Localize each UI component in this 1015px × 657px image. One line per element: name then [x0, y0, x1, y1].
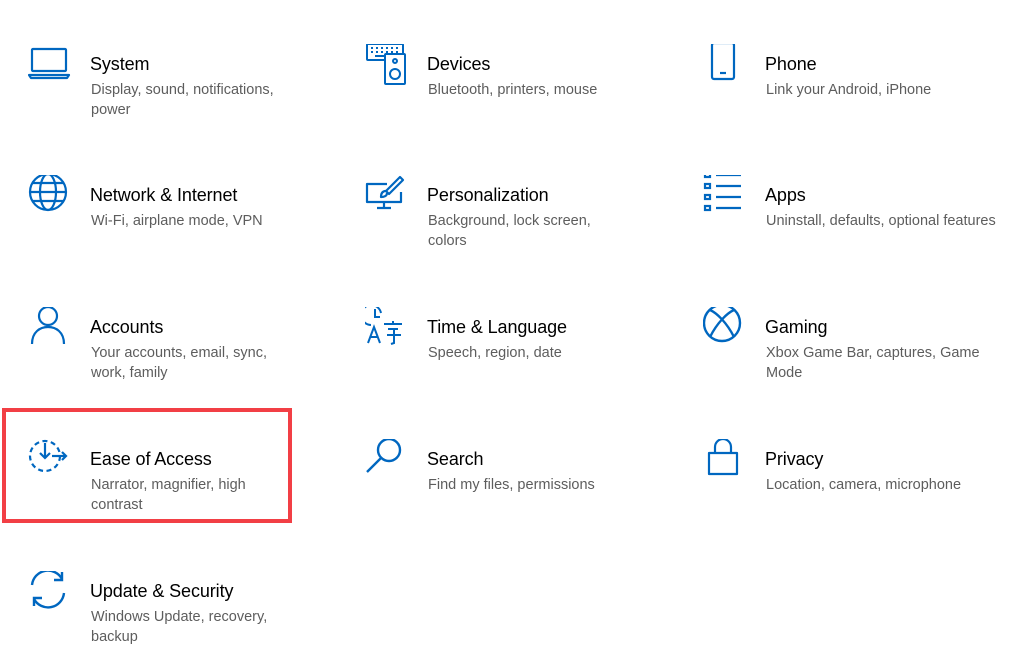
tile-title: Ease of Access — [90, 449, 212, 469]
tile-description: Background, lock screen, colors — [428, 213, 591, 249]
tile-ease-of-access[interactable]: Ease of Access Narrator, magnifier, high… — [28, 439, 328, 551]
tile-title: Network & Internet — [90, 185, 238, 205]
tile-description: Your accounts, email, sync, work, family — [91, 345, 267, 381]
lock-icon — [703, 439, 751, 487]
clock-language-icon — [365, 307, 413, 355]
tile-privacy[interactable]: Privacy Location, camera, microphone — [703, 439, 1003, 551]
tile-title: Phone — [765, 54, 817, 74]
tile-title: Accounts — [90, 317, 164, 337]
tile-title: Update & Security — [90, 581, 234, 601]
tile-title: Time & Language — [427, 317, 567, 337]
tile-description: Wi-Fi, airplane mode, VPN — [91, 213, 263, 229]
tile-update-security[interactable]: Update & Security Windows Update, recove… — [28, 571, 328, 657]
tile-phone[interactable]: Phone Link your Android, iPhone — [703, 44, 1003, 156]
tile-description: Uninstall, defaults, optional features — [766, 213, 996, 229]
tile-description: Link your Android, iPhone — [766, 82, 932, 98]
tile-title: Personalization — [427, 185, 549, 205]
settings-grid: System Display, sound, notifications, po… — [0, 0, 1015, 657]
globe-icon — [28, 175, 76, 223]
tile-description: Windows Update, recovery, backup — [91, 609, 268, 645]
paintbrush-monitor-icon — [365, 175, 413, 223]
phone-icon — [703, 44, 751, 92]
tile-description: Bluetooth, printers, mouse — [428, 82, 598, 98]
person-icon — [28, 307, 76, 355]
tile-title: Search — [427, 449, 484, 469]
tile-apps[interactable]: Apps Uninstall, defaults, optional featu… — [703, 175, 1003, 287]
tile-title: Devices — [427, 54, 491, 74]
tile-network[interactable]: Network & Internet Wi-Fi, airplane mode,… — [28, 175, 328, 287]
tile-gaming[interactable]: Gaming Xbox Game Bar, captures, Game Mod… — [703, 307, 1003, 419]
apps-list-icon — [703, 175, 751, 223]
tile-personalization[interactable]: Personalization Background, lock screen,… — [365, 175, 665, 287]
tile-devices[interactable]: Devices Bluetooth, printers, mouse — [365, 44, 665, 156]
tile-description: Xbox Game Bar, captures, Game Mode — [766, 345, 980, 381]
laptop-icon — [28, 44, 76, 92]
tile-description: Speech, region, date — [428, 345, 562, 361]
tile-description: Display, sound, notifications, power — [91, 82, 274, 118]
sync-arrows-icon — [28, 571, 76, 619]
tile-search[interactable]: Search Find my files, permissions — [365, 439, 665, 551]
tile-system[interactable]: System Display, sound, notifications, po… — [28, 44, 328, 156]
tile-time-language[interactable]: Time & Language Speech, region, date — [365, 307, 665, 419]
tile-title: System — [90, 54, 150, 74]
ease-of-access-icon — [28, 439, 76, 487]
tile-title: Privacy — [765, 449, 824, 469]
tile-title: Apps — [765, 185, 806, 205]
tile-description: Narrator, magnifier, high contrast — [91, 477, 246, 513]
keyboard-speaker-icon — [365, 44, 413, 92]
tile-description: Find my files, permissions — [428, 477, 595, 493]
tile-accounts[interactable]: Accounts Your accounts, email, sync, wor… — [28, 307, 328, 419]
search-icon — [365, 439, 413, 487]
tile-title: Gaming — [765, 317, 828, 337]
xbox-icon — [703, 307, 751, 355]
tile-description: Location, camera, microphone — [766, 477, 962, 493]
